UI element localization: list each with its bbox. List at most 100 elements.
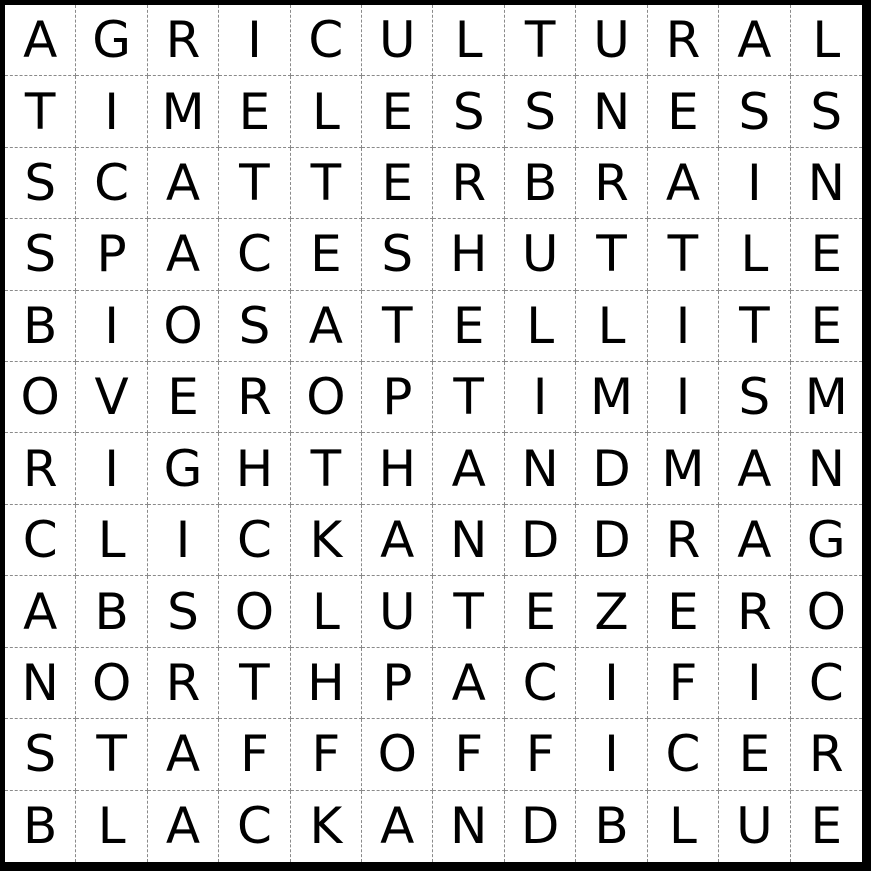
grid-cell[interactable]: H (219, 433, 291, 505)
grid-cell[interactable]: L (290, 76, 363, 148)
grid-cell[interactable]: O (790, 576, 862, 648)
grid-cell[interactable]: A (147, 219, 220, 291)
grid-cell[interactable]: P (362, 647, 434, 720)
grid-cell[interactable]: B (576, 790, 648, 862)
grid-cell[interactable]: C (76, 147, 148, 220)
grid-cell[interactable]: R (5, 433, 77, 505)
grid-cell[interactable]: S (433, 76, 505, 148)
grid-cell[interactable]: F (647, 647, 720, 720)
grid-cell[interactable]: U (576, 5, 648, 77)
grid-cell[interactable]: E (147, 362, 220, 434)
grid-cell[interactable]: T (362, 290, 434, 363)
grid-cell[interactable]: L (290, 576, 363, 648)
grid-cell[interactable]: C (290, 5, 363, 77)
grid-cell[interactable]: A (719, 5, 791, 77)
grid-cell[interactable]: T (647, 219, 720, 291)
grid-cell[interactable]: N (790, 433, 862, 505)
grid-cell[interactable]: I (76, 76, 148, 148)
grid-cell[interactable]: C (219, 790, 291, 862)
grid-cell[interactable]: L (504, 290, 577, 363)
grid-cell[interactable]: U (719, 790, 791, 862)
grid-cell[interactable]: S (790, 76, 862, 148)
grid-cell[interactable]: T (5, 76, 77, 148)
grid-cell[interactable]: R (219, 362, 291, 434)
grid-cell[interactable]: A (719, 504, 791, 577)
grid-cell[interactable]: R (790, 719, 862, 791)
grid-cell[interactable]: M (147, 76, 220, 148)
grid-cell[interactable]: R (647, 5, 720, 77)
grid-cell[interactable]: S (219, 290, 291, 363)
grid-cell[interactable]: I (219, 5, 291, 77)
grid-cell[interactable]: A (362, 504, 434, 577)
grid-cell[interactable]: T (433, 362, 505, 434)
grid-cell[interactable]: E (362, 147, 434, 220)
grid-cell[interactable]: R (719, 576, 791, 648)
grid-cell[interactable]: V (76, 362, 148, 434)
grid-cell[interactable]: E (791, 791, 862, 862)
grid-cell[interactable]: R (433, 147, 505, 220)
grid-cell[interactable]: A (147, 719, 220, 791)
grid-cell[interactable]: T (219, 647, 291, 720)
grid-cell[interactable]: A (719, 433, 791, 505)
grid-cell[interactable]: G (147, 433, 220, 505)
grid-cell[interactable]: S (719, 362, 791, 434)
grid-cell[interactable]: L (790, 5, 862, 77)
grid-cell[interactable]: A (433, 647, 505, 720)
grid-cell[interactable]: A (5, 576, 77, 648)
grid-cell[interactable]: R (147, 5, 220, 77)
grid-cell[interactable]: S (362, 219, 434, 291)
grid-cell[interactable]: O (147, 290, 220, 363)
grid-cell[interactable]: O (362, 719, 434, 791)
grid-cell[interactable]: C (647, 719, 720, 791)
grid-cell[interactable]: E (219, 76, 291, 148)
grid-cell[interactable]: Z (576, 576, 648, 648)
grid-cell[interactable]: R (576, 147, 648, 220)
grid-cell[interactable]: A (147, 147, 220, 220)
grid-cell[interactable]: T (576, 219, 648, 291)
grid-cell[interactable]: N (5, 647, 77, 720)
grid-cell[interactable]: L (76, 504, 148, 577)
grid-cell[interactable]: E (362, 76, 434, 148)
grid-cell[interactable]: T (719, 290, 791, 363)
grid-cell[interactable]: T (290, 433, 363, 505)
grid-cell[interactable]: G (76, 5, 148, 77)
grid-cell[interactable]: O (290, 362, 363, 434)
grid-cell[interactable]: P (362, 362, 434, 434)
grid-cell[interactable]: T (290, 147, 363, 220)
grid-cell[interactable]: C (219, 504, 291, 577)
grid-cell[interactable]: S (5, 147, 77, 220)
grid-cell[interactable]: S (504, 76, 577, 148)
grid-cell[interactable]: L (76, 790, 148, 862)
grid-cell[interactable]: S (719, 76, 791, 148)
grid-cell[interactable]: H (362, 433, 434, 505)
grid-cell[interactable]: L (648, 790, 720, 862)
grid-cell[interactable]: E (433, 290, 505, 363)
grid-cell[interactable]: T (219, 147, 291, 220)
grid-cell[interactable]: E (504, 576, 577, 648)
grid-cell[interactable]: O (76, 647, 148, 720)
grid-cell[interactable]: A (433, 433, 505, 505)
grid-cell[interactable]: C (219, 219, 291, 291)
grid-cell[interactable]: A (362, 790, 434, 862)
grid-cell[interactable]: F (219, 719, 291, 791)
grid-cell[interactable]: U (504, 219, 577, 291)
grid-cell[interactable]: K (290, 504, 363, 577)
grid-cell[interactable]: E (647, 76, 720, 148)
grid-cell[interactable]: A (290, 290, 363, 363)
grid-cell[interactable]: H (290, 647, 363, 720)
grid-cell[interactable]: S (5, 719, 77, 791)
grid-cell[interactable]: D (505, 790, 577, 862)
grid-cell[interactable]: A (647, 147, 720, 220)
grid-cell[interactable]: B (504, 147, 577, 220)
grid-cell[interactable]: M (576, 362, 648, 434)
grid-cell[interactable]: O (5, 362, 77, 434)
grid-cell[interactable]: I (647, 362, 720, 434)
grid-cell[interactable]: K (291, 790, 363, 862)
grid-cell[interactable]: I (576, 647, 648, 720)
grid-cell[interactable]: L (433, 5, 505, 77)
grid-cell[interactable]: I (147, 504, 220, 577)
grid-cell[interactable]: E (790, 219, 862, 291)
grid-cell[interactable]: N (576, 76, 648, 148)
grid-cell[interactable]: G (790, 505, 862, 577)
grid-cell[interactable]: F (290, 719, 363, 791)
